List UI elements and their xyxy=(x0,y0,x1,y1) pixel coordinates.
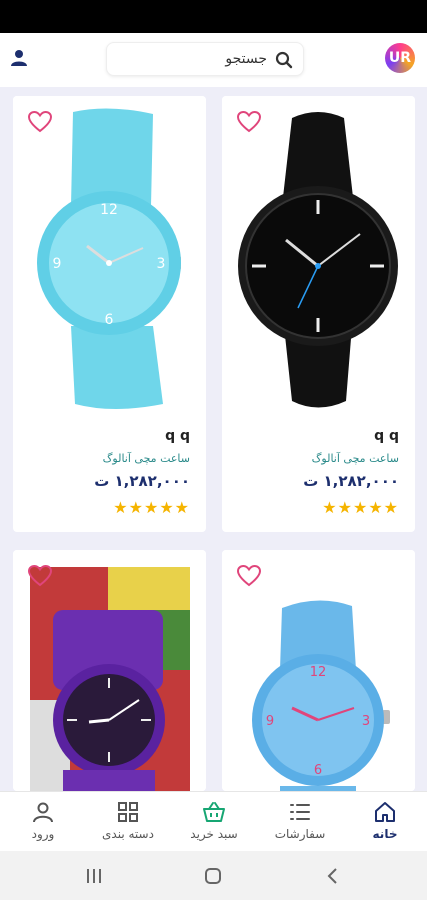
product-card[interactable] xyxy=(13,550,206,791)
svg-text:12: 12 xyxy=(310,665,327,680)
user-icon[interactable] xyxy=(9,48,29,68)
nav-home-label: خانه xyxy=(372,827,398,841)
list-icon xyxy=(290,804,310,820)
back-icon[interactable] xyxy=(323,866,343,886)
product-card[interactable]: 12 6 9 3 q q ساعت مچی آنالوگ ۱,۲۸۲,۰۰۰ ت… xyxy=(13,96,206,532)
product-brand: q q xyxy=(165,428,190,444)
product-name: ساعت مچی آنالوگ xyxy=(311,452,399,465)
app-logo[interactable]: UR xyxy=(385,43,415,73)
grid-icon xyxy=(118,802,138,822)
svg-text:6: 6 xyxy=(105,312,114,328)
svg-text:12: 12 xyxy=(100,202,118,218)
nav-orders-label: سفارشات xyxy=(274,827,326,841)
svg-text:9: 9 xyxy=(53,256,62,272)
shopping-basket-icon xyxy=(203,802,225,822)
system-navigation-bar xyxy=(0,851,427,900)
svg-text:3: 3 xyxy=(157,256,166,272)
product-card[interactable]: q q ساعت مچی آنالوگ ۱,۲۸۲,۰۰۰ ت ★★★★★ xyxy=(222,96,415,532)
status-bar xyxy=(0,0,427,33)
product-image-black-watch xyxy=(222,96,415,416)
home-icon xyxy=(375,802,395,822)
logo-text: UR xyxy=(388,50,412,66)
search-input[interactable]: جستجو xyxy=(106,42,304,76)
nav-login[interactable]: ورود xyxy=(3,792,83,852)
product-name: ساعت مچی آنالوگ xyxy=(102,452,190,465)
rating-stars: ★★★★★ xyxy=(113,498,190,517)
search-icon xyxy=(275,51,293,69)
product-price: ۱,۲۸۲,۰۰۰ ت xyxy=(94,472,190,490)
nav-home[interactable]: خانه xyxy=(345,792,425,852)
product-card[interactable]: 12 6 9 3 xyxy=(222,550,415,791)
person-icon xyxy=(33,802,53,823)
nav-cart-label: سبد خرید xyxy=(190,827,238,841)
heart-icon[interactable] xyxy=(236,564,262,588)
nav-cart[interactable]: سبد خرید xyxy=(174,792,254,852)
heart-icon[interactable] xyxy=(27,110,53,134)
product-image-light-blue-watch: 12 6 9 3 xyxy=(13,96,206,416)
nav-categories-label: دسته بندی xyxy=(102,827,154,841)
svg-text:9: 9 xyxy=(266,714,274,729)
rating-stars: ★★★★★ xyxy=(322,498,399,517)
home-button-icon[interactable] xyxy=(203,866,223,886)
svg-text:3: 3 xyxy=(362,714,370,729)
nav-login-label: ورود xyxy=(31,827,55,841)
recent-apps-icon[interactable] xyxy=(84,866,104,886)
product-price: ۱,۲۸۲,۰۰۰ ت xyxy=(303,472,399,490)
heart-icon[interactable] xyxy=(27,564,53,588)
nav-categories[interactable]: دسته بندی xyxy=(88,792,168,852)
app-header: جستجو UR xyxy=(0,33,427,87)
heart-icon[interactable] xyxy=(236,110,262,134)
search-placeholder: جستجو xyxy=(225,51,267,67)
product-brand: q q xyxy=(374,428,399,444)
svg-text:6: 6 xyxy=(314,763,322,778)
bottom-navigation: خانه سفارشات سبد خرید دسته بندی ورود xyxy=(0,791,427,851)
nav-orders[interactable]: سفارشات xyxy=(260,792,340,852)
